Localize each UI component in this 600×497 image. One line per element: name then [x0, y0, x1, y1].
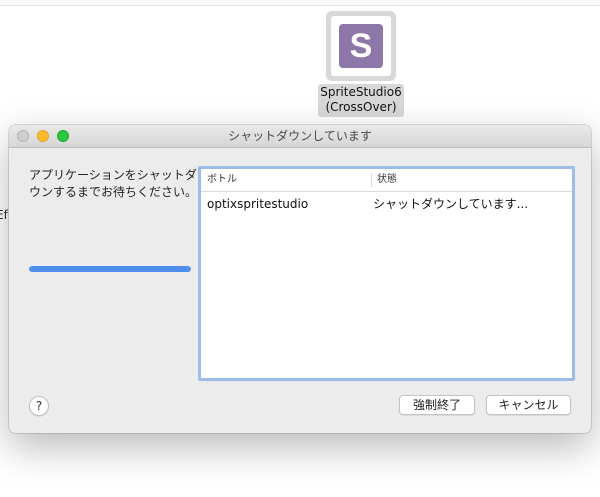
status-cell: シャットダウンしています...	[373, 197, 529, 211]
help-button[interactable]: ?	[29, 396, 49, 416]
dialog-title: シャットダウンしています	[228, 129, 372, 143]
desktop-top-edge	[0, 0, 600, 6]
table-row[interactable]: optixspritestudio シャットダウンしています...	[201, 195, 572, 213]
shutdown-progress-bar	[29, 266, 191, 272]
bottle-name-cell: optixspritestudio	[207, 197, 309, 211]
column-header-status[interactable]: 状態	[371, 173, 397, 187]
shutdown-dialog: シャットダウンしています アプリケーションをシャットダウンするまでお待ちください…	[9, 125, 591, 433]
desktop-partial-label: Ef	[0, 208, 8, 222]
title-bar[interactable]: シャットダウンしています	[9, 125, 591, 148]
column-header-bottle[interactable]: ボトル	[207, 169, 367, 191]
bottle-status-table[interactable]: ボトル 状態 optixspritestudio シャットダウンしています...	[198, 166, 575, 381]
app-icon-label[interactable]: SpriteStudio6 (CrossOver)	[318, 84, 404, 117]
table-header: ボトル 状態	[201, 169, 572, 192]
force-quit-button[interactable]: 強制終了	[399, 395, 475, 415]
app-icon-letter: S	[339, 24, 383, 68]
app-icon-selection[interactable]: S	[326, 11, 396, 81]
wait-message: アプリケーションをシャットダウンするまでお待ちください。	[29, 168, 198, 199]
progress-bar-fill	[29, 266, 191, 272]
spritestudio-app-icon[interactable]: S	[331, 16, 391, 76]
app-label-line2: (CrossOver)	[325, 100, 397, 114]
cancel-button[interactable]: キャンセル	[486, 395, 571, 415]
app-label-line1: SpriteStudio6	[320, 85, 402, 99]
